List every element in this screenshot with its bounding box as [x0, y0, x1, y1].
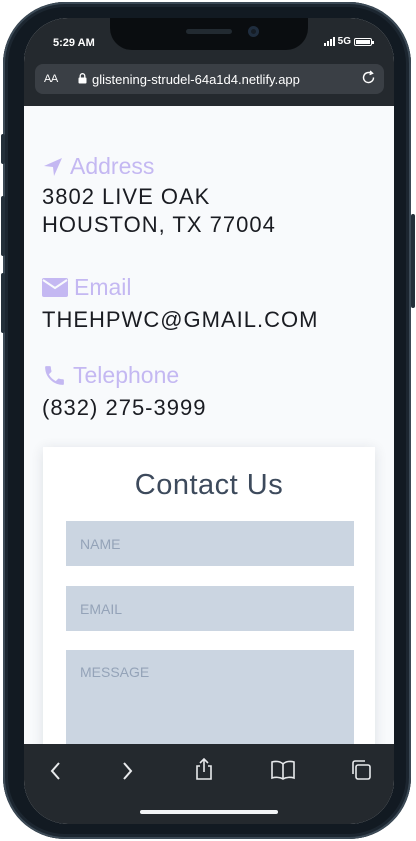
telephone-heading: Telephone	[42, 362, 206, 389]
location-arrow-icon	[44, 157, 62, 176]
page-content: Address 3802 LIVE OAK HOUSTON, TX 77004 …	[24, 106, 394, 744]
home-indicator	[140, 810, 278, 814]
email-input[interactable]	[66, 586, 354, 631]
phone-icon	[45, 366, 64, 385]
address-line1: 3802 LIVE OAK	[42, 184, 211, 209]
notch	[110, 18, 308, 50]
side-button-volume-down	[1, 273, 5, 333]
email-section: Email THEHPWC@GMAIL.COM	[42, 274, 318, 333]
email-heading: Email	[42, 274, 318, 301]
address-line2: HOUSTON, TX 77004	[42, 212, 276, 237]
status-time: 5:29 AM	[53, 37, 95, 49]
speaker	[186, 29, 232, 34]
signal-icon	[323, 37, 335, 46]
network-label: 5G	[337, 36, 351, 47]
email-label: Email	[74, 274, 132, 300]
side-button-mute	[1, 134, 5, 164]
side-button-volume-up	[1, 196, 5, 256]
back-icon[interactable]	[48, 760, 62, 787]
address-heading: Address	[42, 153, 276, 180]
forward-icon[interactable]	[121, 760, 135, 787]
telephone-section: Telephone (832) 275-3999	[42, 362, 206, 421]
envelope-icon	[42, 278, 68, 297]
address-label: Address	[70, 153, 155, 179]
browser-top-bar: 5:29 AM 5G AA glistening-strudel-64a1d4.…	[24, 18, 394, 106]
battery-icon	[354, 37, 374, 46]
message-textarea[interactable]	[66, 650, 354, 744]
bookmarks-icon[interactable]	[270, 760, 296, 785]
browser-bottom-toolbar	[24, 744, 394, 824]
name-input[interactable]	[66, 521, 354, 566]
contact-form-card: Contact Us	[43, 447, 375, 744]
status-indicators: 5G	[323, 36, 374, 47]
email-value[interactable]: THEHPWC@GMAIL.COM	[42, 307, 318, 333]
side-button-power	[411, 214, 415, 308]
address-bar[interactable]: AA glistening-strudel-64a1d4.netlify.app	[35, 64, 384, 94]
reload-icon[interactable]	[361, 70, 376, 88]
lock-icon	[78, 72, 87, 87]
camera-icon	[248, 26, 259, 37]
url-text[interactable]: glistening-strudel-64a1d4.netlify.app	[92, 72, 361, 87]
address-section: Address 3802 LIVE OAK HOUSTON, TX 77004	[42, 153, 276, 238]
contact-form-title: Contact Us	[134, 469, 284, 501]
tabs-icon[interactable]	[350, 759, 372, 786]
telephone-label: Telephone	[73, 362, 180, 388]
share-icon[interactable]	[193, 757, 215, 786]
phone-screen: 5:29 AM 5G AA glistening-strudel-64a1d4.…	[24, 18, 394, 824]
text-size-button[interactable]: AA	[44, 73, 72, 85]
telephone-value[interactable]: (832) 275-3999	[42, 395, 206, 421]
